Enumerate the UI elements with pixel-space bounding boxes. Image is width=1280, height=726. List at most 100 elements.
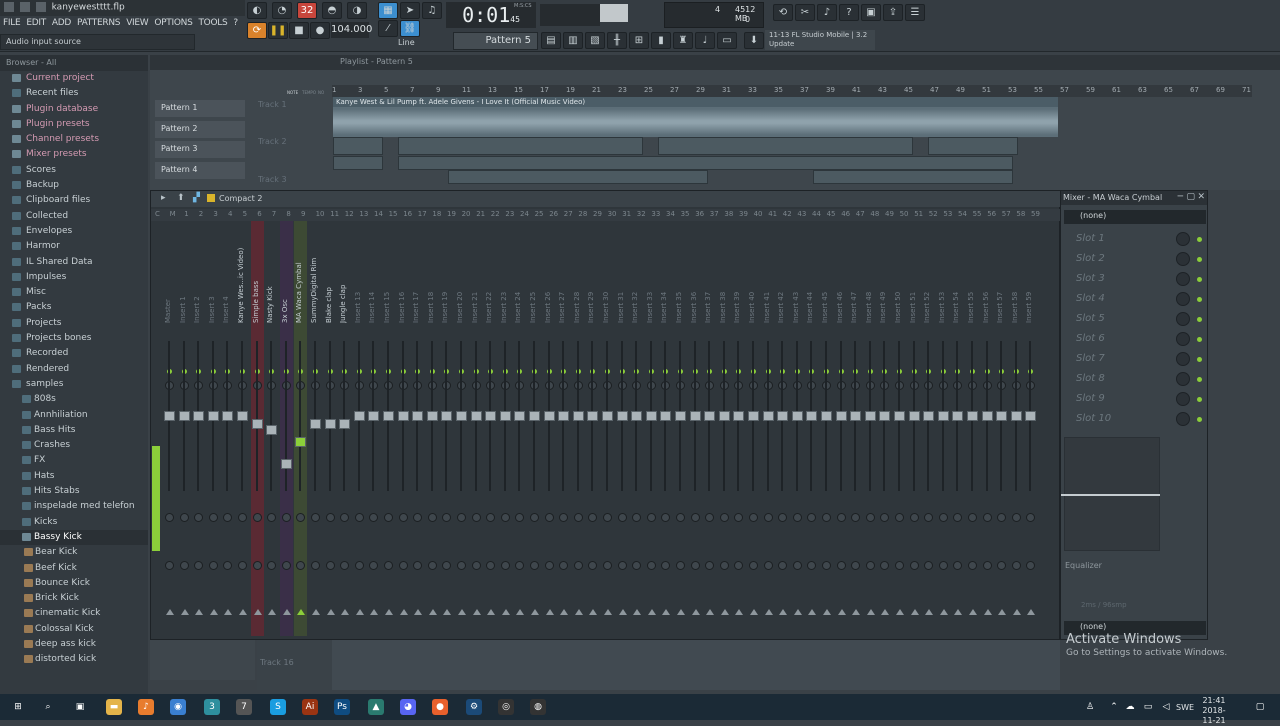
mixer-strip[interactable]: Insert 2 <box>192 221 205 636</box>
volume-fader[interactable] <box>543 411 555 421</box>
eq-gain-sliders[interactable] <box>1169 437 1199 527</box>
stereo-knob[interactable] <box>267 513 277 522</box>
send-knob[interactable] <box>354 561 364 570</box>
stereo-knob[interactable] <box>997 513 1007 522</box>
browser-item[interactable]: Kicks <box>0 515 148 530</box>
cut-icon[interactable]: ✂ <box>795 4 815 21</box>
send-knob[interactable] <box>1026 561 1036 570</box>
route-arrow-icon[interactable] <box>677 609 685 615</box>
route-arrow-icon[interactable] <box>589 609 598 615</box>
browser-item[interactable]: Mixer presets <box>0 147 148 162</box>
route-arrow-icon[interactable] <box>823 609 831 615</box>
browser-header[interactable]: Browser - All <box>0 55 148 71</box>
stereo-knob[interactable] <box>953 513 963 522</box>
volume-fader[interactable] <box>791 411 803 421</box>
route-arrow-icon[interactable] <box>604 609 612 615</box>
route-arrow-icon[interactable] <box>618 609 627 615</box>
help-icon[interactable]: ? <box>839 4 859 21</box>
volume-fader[interactable] <box>441 411 453 421</box>
browser-item[interactable]: IL Shared Data <box>0 255 148 270</box>
browser-item[interactable]: Bassy Kick <box>0 529 148 546</box>
steam-icon[interactable]: ⚙ <box>466 699 482 715</box>
menu-add[interactable]: ADD <box>49 16 74 32</box>
mixer-strip[interactable]: Insert 54 <box>951 221 964 636</box>
send-knob[interactable] <box>340 561 350 570</box>
route-arrow-icon[interactable] <box>501 609 510 615</box>
pattern-clip[interactable] <box>333 156 383 170</box>
send-knob[interactable] <box>880 561 890 570</box>
stereo-knob[interactable] <box>938 513 948 522</box>
window-menu-icon[interactable] <box>4 2 14 12</box>
send-knob[interactable] <box>530 561 539 570</box>
browser-item[interactable]: Plugin database <box>0 102 148 117</box>
browser-item[interactable]: Envelopes <box>0 224 148 239</box>
route-arrow-icon[interactable] <box>866 609 875 615</box>
mixer-strip[interactable]: Insert 48 <box>864 221 877 636</box>
volume-fader[interactable] <box>821 411 832 421</box>
volume-fader[interactable] <box>485 411 497 421</box>
slot-enable-led[interactable] <box>1197 297 1202 302</box>
volume-fader[interactable] <box>587 411 599 421</box>
effect-slot[interactable]: Slot 3 <box>1066 271 1204 289</box>
volume-fader[interactable] <box>426 411 438 421</box>
volume-fader[interactable] <box>660 411 672 421</box>
stereo-knob[interactable] <box>413 513 423 522</box>
mixer-strip[interactable]: Insert 15 <box>382 221 395 636</box>
plugin-picker-icon[interactable]: ⊞ <box>629 32 649 49</box>
pattern-song-toggle-icon[interactable]: ◐ <box>247 2 267 19</box>
browser-item[interactable]: Scores <box>0 163 148 178</box>
route-arrow-icon[interactable] <box>881 609 890 615</box>
volume-fader[interactable] <box>952 411 964 421</box>
route-arrow-icon[interactable] <box>370 609 379 615</box>
route-arrow-icon[interactable] <box>516 609 525 615</box>
mixer-strip[interactable]: 3x Osc <box>279 221 293 636</box>
pattern-clip[interactable] <box>398 156 1013 170</box>
send-knob[interactable] <box>734 561 744 570</box>
mixer-layout-title[interactable]: Compact 2 <box>219 194 262 203</box>
audio-clip[interactable]: Kanye West & Lil Pump ft. Adele Givens -… <box>333 97 1058 137</box>
volume-fader[interactable] <box>981 411 993 421</box>
mixer-strip[interactable]: Insert 31 <box>616 221 629 636</box>
volume-fader[interactable] <box>353 411 365 421</box>
volume-fader[interactable] <box>777 411 789 421</box>
app-icon[interactable]: ▲ <box>368 699 384 715</box>
skype-icon[interactable]: S <box>270 699 286 715</box>
stereo-knob[interactable] <box>646 513 656 522</box>
stereo-knob[interactable] <box>179 513 189 522</box>
stereo-knob[interactable] <box>223 513 233 522</box>
route-arrow-icon[interactable] <box>1012 609 1021 615</box>
route-arrow-icon[interactable] <box>487 609 496 615</box>
people-icon[interactable]: ♙ <box>1082 699 1098 715</box>
tempo-display[interactable]: 104.000 <box>331 22 372 38</box>
route-arrow-icon[interactable] <box>253 609 262 615</box>
stereo-knob[interactable] <box>354 513 364 522</box>
volume-fader[interactable] <box>339 419 351 429</box>
volume-icon[interactable]: ◁ <box>1158 699 1174 715</box>
pattern-clip[interactable] <box>928 137 1018 155</box>
volume-fader[interactable] <box>456 411 467 421</box>
route-arrow-icon[interactable] <box>428 609 437 615</box>
slot-mix-knob[interactable] <box>1176 292 1190 306</box>
volume-fader[interactable] <box>295 437 307 447</box>
mixer-strip[interactable]: Insert 55 <box>966 221 979 636</box>
stereo-knob[interactable] <box>632 513 642 522</box>
insert-panel-title[interactable]: Mixer - MA Waca Cymbal <box>1061 191 1207 205</box>
mixer-strip[interactable]: Insert 4 <box>221 221 234 636</box>
mixer-strip[interactable]: Insert 58 <box>1010 221 1023 636</box>
route-arrow-icon[interactable] <box>297 609 306 615</box>
stereo-knob[interactable] <box>895 513 904 522</box>
send-knob[interactable] <box>369 561 379 570</box>
route-arrow-icon[interactable] <box>720 609 729 615</box>
minimize-icon[interactable]: ─ <box>1178 192 1183 202</box>
route-arrow-icon[interactable] <box>399 609 408 615</box>
master-pitch-display[interactable] <box>600 4 628 22</box>
mixer-strip[interactable]: Insert 34 <box>659 221 672 636</box>
pattern-clip[interactable] <box>658 137 913 155</box>
plugin-database-icon[interactable]: ♜ <box>673 32 693 49</box>
send-knob[interactable] <box>208 561 218 570</box>
piano-roll-icon[interactable]: ▧ <box>585 32 605 49</box>
browser-item[interactable]: Beef Kick <box>0 561 148 576</box>
route-arrow-icon[interactable] <box>472 609 481 615</box>
volume-fader[interactable] <box>733 411 745 421</box>
effect-slot[interactable]: Slot 9 <box>1066 391 1204 409</box>
